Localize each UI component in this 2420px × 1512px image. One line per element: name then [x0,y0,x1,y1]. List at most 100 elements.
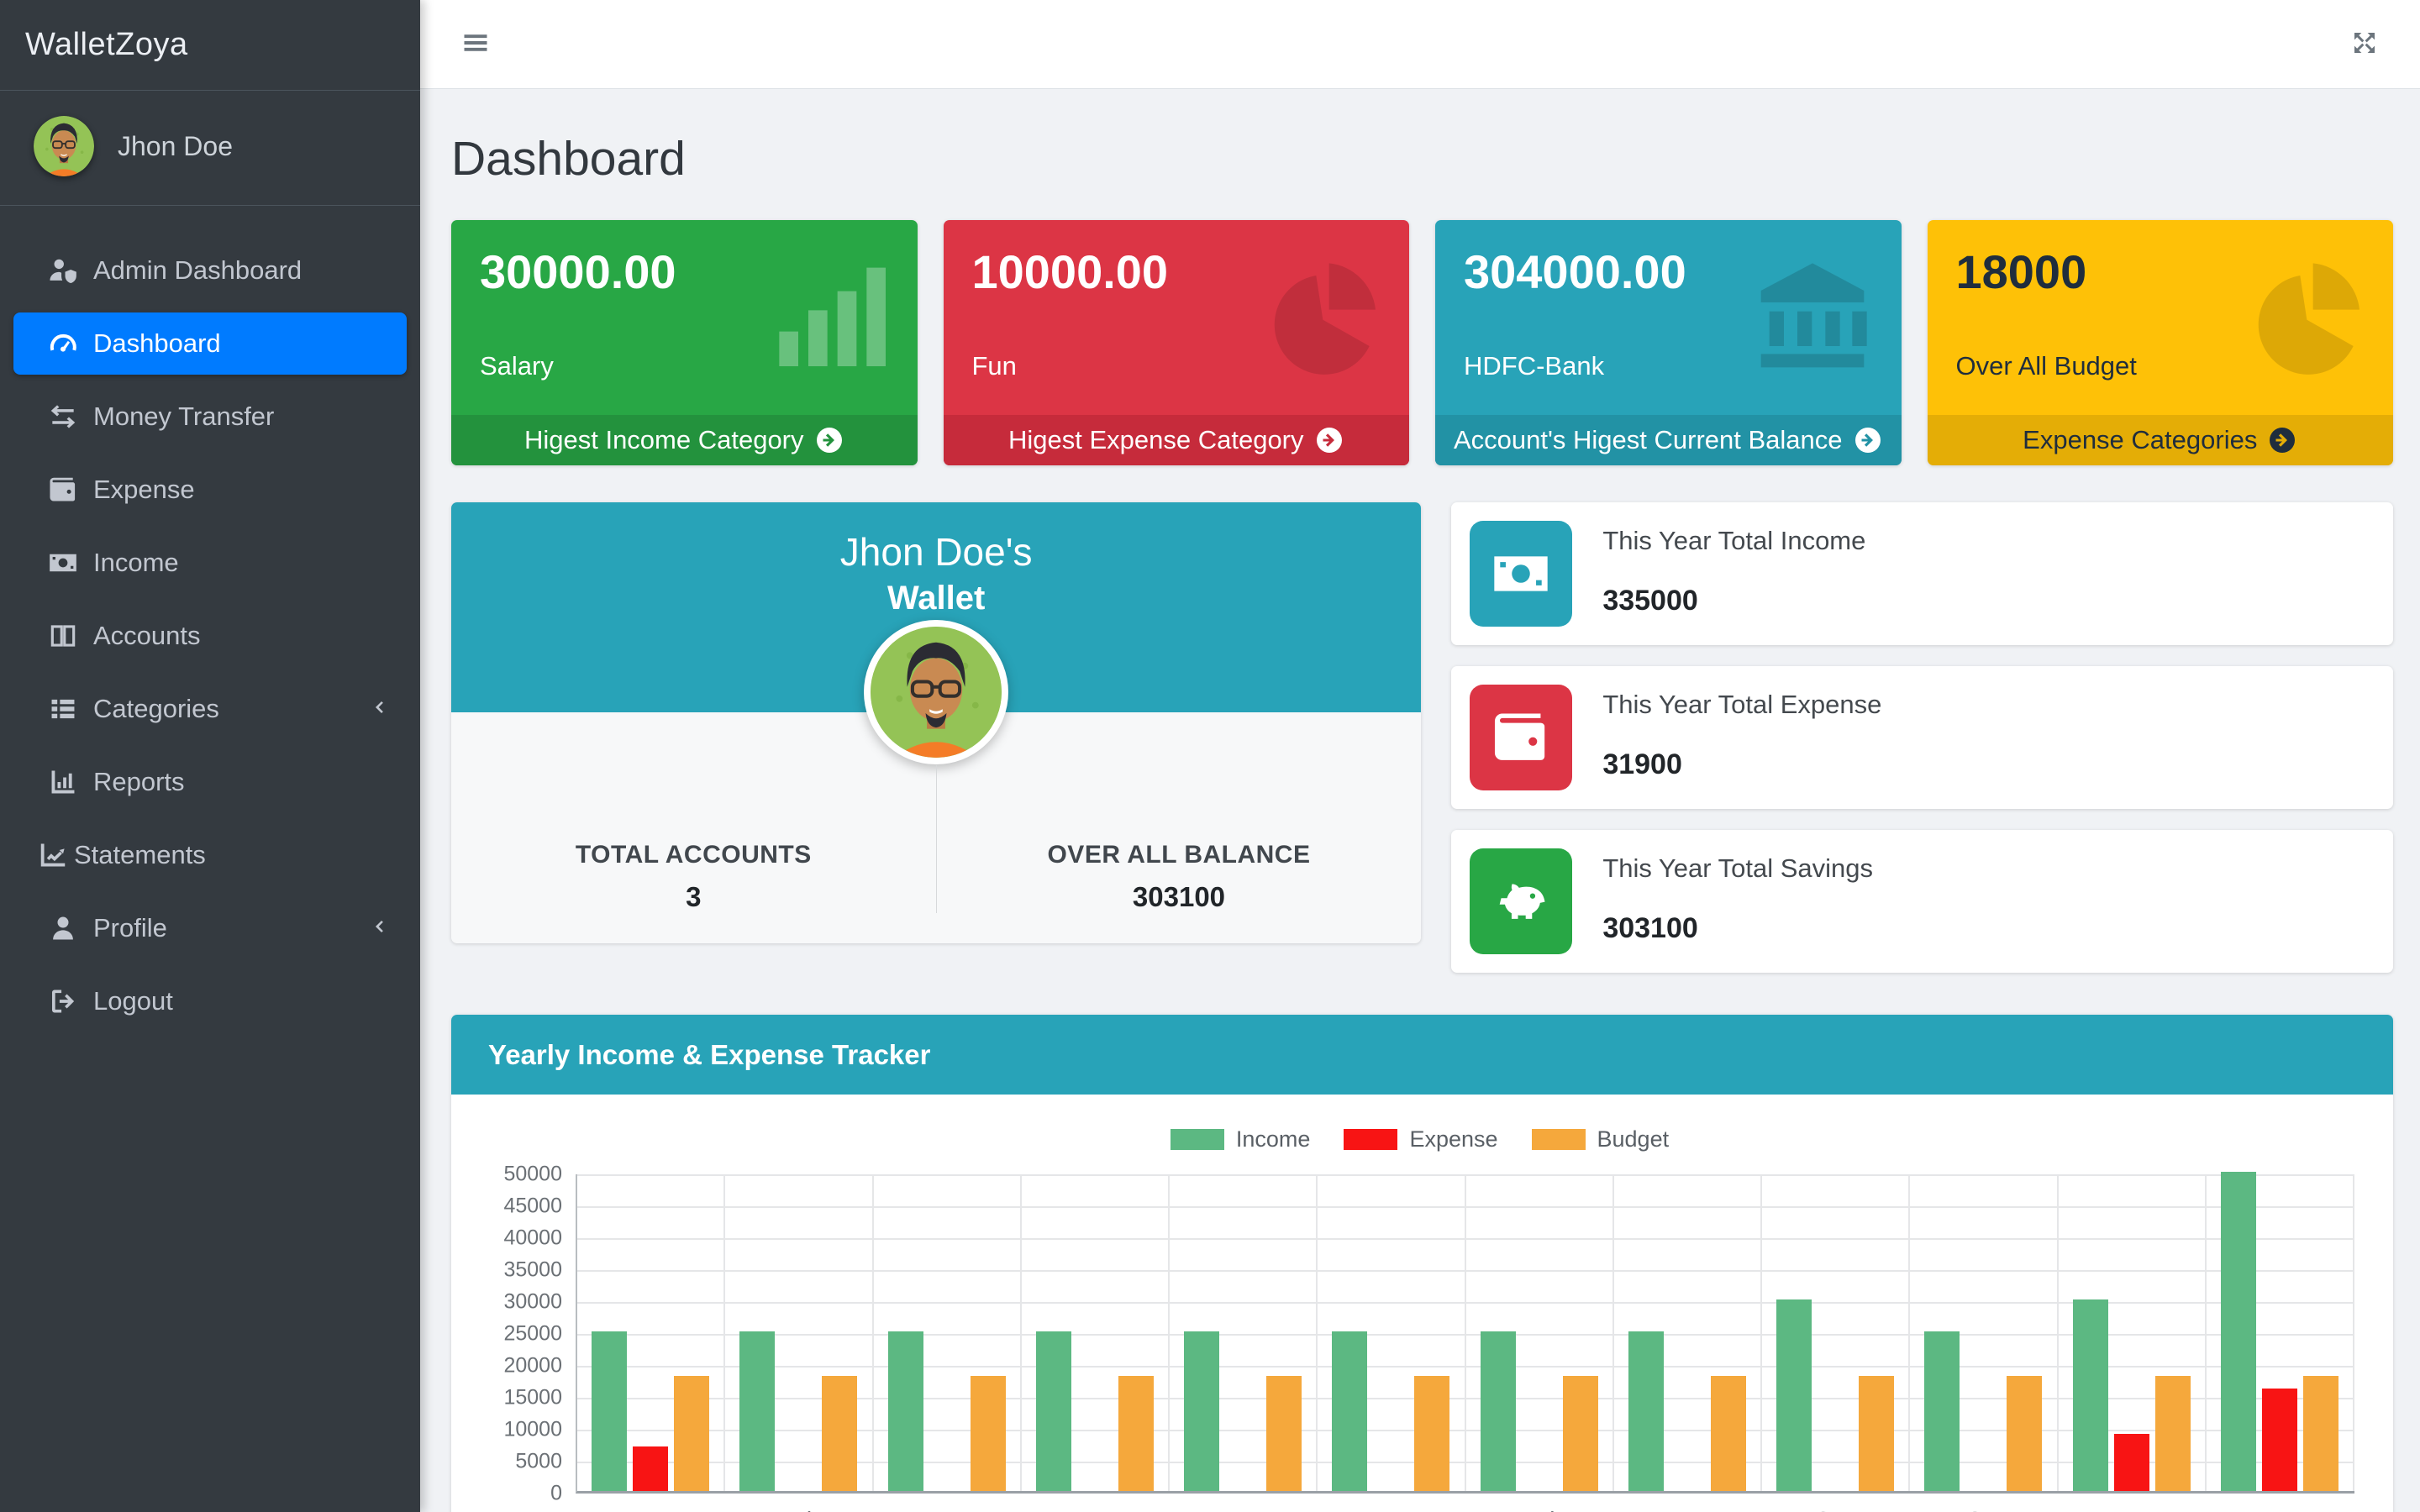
brand[interactable]: WalletZoya [0,0,420,91]
bar-budget[interactable] [1563,1376,1598,1491]
chart-month-group-dec [2207,1174,2354,1491]
bar-income[interactable] [592,1331,627,1491]
sidebar-item-reports[interactable]: Reports [13,751,407,813]
bar-budget[interactable] [971,1376,1006,1491]
pie-chart-icon [2237,249,2371,387]
stat-card-salary: 30000.00 Salary Higest Income Category [451,220,918,465]
bars-icon [460,28,491,58]
legend-swatch [1171,1129,1224,1150]
bar-budget[interactable] [2303,1376,2338,1491]
chart-month-group-sep [1762,1174,1910,1491]
menu-toggle-button[interactable] [460,28,494,61]
legend-item-expense[interactable]: Expense [1344,1126,1497,1152]
y-axis-tick: 0 [550,1482,562,1506]
x-axis-label: Jan [577,1507,725,1512]
chart-legend: Income Expense Budget [485,1126,2354,1152]
user-panel[interactable]: Jhon Doe [0,91,420,206]
bar-income[interactable] [1036,1331,1071,1491]
bar-income[interactable] [1481,1331,1516,1491]
wallet-stats: TOTAL ACCOUNTS 3 OVER ALL BALANCE 303100 [451,712,1421,943]
pie-chart-icon [1253,249,1387,387]
arrow-circle-right-icon [2267,425,2297,455]
bar-expense[interactable] [633,1446,668,1491]
bar-expense[interactable] [2114,1434,2149,1491]
summary-text: This Year Total Savings 303100 [1602,848,1873,954]
bar-income[interactable] [1924,1331,1960,1491]
fullscreen-button[interactable] [2349,28,2383,61]
sidebar-item-accounts[interactable]: Accounts [13,605,407,667]
summary-value: 335000 [1602,585,1865,617]
expand-arrows-icon [2349,28,2380,58]
sidebar-item-money-transfer[interactable]: Money Transfer [13,386,407,448]
sidebar-item-statements[interactable]: Statements [13,824,407,886]
bar-budget[interactable] [674,1376,709,1491]
y-axis-tick: 35000 [503,1258,562,1283]
legend-item-income[interactable]: Income [1171,1126,1311,1152]
x-axis-label: Oct [1910,1507,2058,1512]
x-axis-label: May [1170,1507,1318,1512]
bar-budget[interactable] [1711,1376,1746,1491]
bar-budget[interactable] [2155,1376,2191,1491]
money-bill-icon [1470,521,1572,627]
stat-footer-link[interactable]: Higest Income Category [451,415,918,465]
chart-month-group-jul [1466,1174,1614,1491]
wallet-card: Jhon Doe's Wallet TOTAL ACCOUNTS 3 OVER … [451,502,1421,943]
bar-income[interactable] [2221,1172,2256,1491]
bar-income[interactable] [1184,1331,1219,1491]
x-axis-label: Nov [2059,1507,2207,1512]
wallet-stat-value: 303100 [937,881,1422,913]
y-axis-tick: 25000 [503,1322,562,1347]
list-icon [46,692,80,726]
sidebar-item-categories[interactable]: Categories [13,678,407,740]
topbar [420,0,2420,89]
piggy-bank-icon [1470,848,1572,954]
bar-budget[interactable] [1266,1376,1302,1491]
chart-body: IncomeExpenseBudget 50000450004000035000… [451,1095,2393,1512]
sidebar-item-admin-dashboard[interactable]: Admin Dashboard [13,239,407,302]
chart-card: Yearly Income & Expense Tracker IncomeEx… [451,1015,2393,1512]
x-axis-label: Apr [1022,1507,1170,1512]
chart-area: 5000045000400003500030000250002000015000… [485,1174,2354,1494]
bar-income[interactable] [1776,1299,1812,1491]
legend-item-budget[interactable]: Budget [1532,1126,1670,1152]
bar-income[interactable] [1332,1331,1367,1491]
stat-footer-link[interactable]: Account's Higest Current Balance [1435,415,1902,465]
stat-footer-label: Account's Higest Current Balance [1454,425,1843,455]
x-axis-label: Feb [725,1507,873,1512]
stat-card-body: 18000 Over All Budget [1928,220,2394,415]
bar-income[interactable] [1628,1331,1664,1491]
bar-budget[interactable] [2007,1376,2042,1491]
stat-cards-row: 30000.00 Salary Higest Income Category 1… [451,220,2393,465]
sidebar-item-dashboard[interactable]: Dashboard [13,312,407,375]
summary-value: 303100 [1602,912,1873,945]
user-shield-icon [46,254,80,287]
stat-footer-link[interactable]: Higest Expense Category [944,415,1410,465]
chevron-left-icon [368,696,390,722]
bar-budget[interactable] [1859,1376,1894,1491]
bar-income[interactable] [888,1331,923,1491]
x-axis-label: Jun [1318,1507,1465,1512]
summary-column: This Year Total Income 335000 This Year … [1451,502,2393,973]
stat-card-body: 304000.00 HDFC-Bank [1435,220,1902,415]
bar-budget[interactable] [1118,1376,1154,1491]
bar-budget[interactable] [1414,1376,1449,1491]
chart-month-group-may [1170,1174,1318,1491]
y-axis-tick: 30000 [503,1290,562,1315]
bar-expense[interactable] [2262,1389,2297,1491]
sidebar-item-income[interactable]: Income [13,532,407,594]
avatar [34,116,94,176]
stat-card-body: 10000.00 Fun [944,220,1410,415]
wallet-stat-label: OVER ALL BALANCE [937,841,1422,869]
bar-budget[interactable] [822,1376,857,1491]
sidebar-item-logout[interactable]: Logout [13,970,407,1032]
bar-income[interactable] [2073,1299,2108,1491]
bar-income[interactable] [739,1331,775,1491]
sidebar-item-profile[interactable]: Profile [13,897,407,959]
summary-box-income: This Year Total Income 335000 [1451,502,2393,645]
stat-card-body: 30000.00 Salary [451,220,918,415]
stat-card-hdfc-bank: 304000.00 HDFC-Bank Account's Higest Cur… [1435,220,1902,465]
sidebar-item-label: Profile [93,913,167,943]
sidebar-item-expense[interactable]: Expense [13,459,407,521]
stat-footer-link[interactable]: Expense Categories [1928,415,2394,465]
legend-swatch [1532,1129,1586,1150]
